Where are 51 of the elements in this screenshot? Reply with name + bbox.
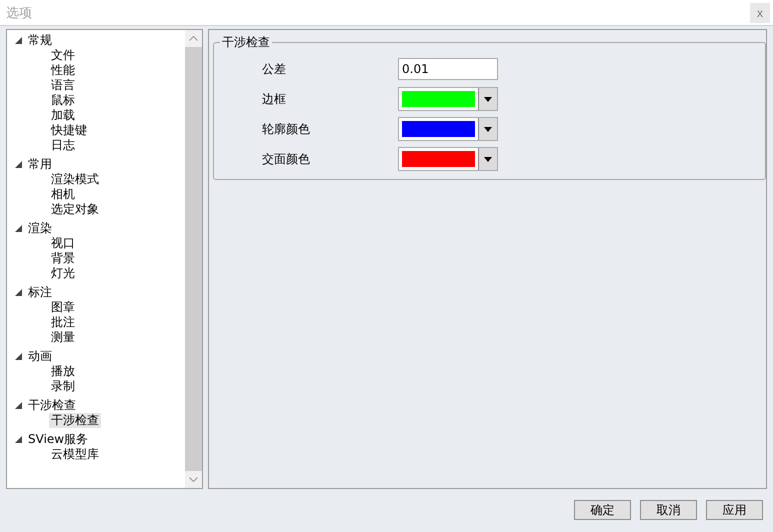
caret-icon [484, 96, 492, 102]
tree-item[interactable]: 灯光 [49, 266, 77, 281]
tree-item[interactable]: 相机 [49, 187, 77, 202]
expand-triangle-icon[interactable] [15, 402, 22, 409]
input-field[interactable]: 0.01 [398, 58, 498, 80]
group-title: 干涉检查 [221, 34, 271, 51]
tree-item[interactable]: 批注 [49, 315, 77, 330]
dialog-button[interactable]: 应用 [706, 500, 763, 520]
tree-item[interactable]: 干涉检查 [49, 413, 101, 428]
expand-triangle-icon[interactable] [15, 353, 22, 360]
tree-item[interactable]: 动画 [28, 349, 52, 364]
tree-item[interactable]: 图章 [49, 300, 77, 315]
tree-item[interactable]: 测量 [49, 330, 77, 345]
tree-item[interactable]: 视口 [49, 236, 77, 251]
color-dropdown[interactable] [398, 147, 498, 171]
expand-triangle-icon[interactable] [15, 37, 22, 44]
dialog-button[interactable]: 确定 [574, 500, 631, 520]
field-label: 边框 [262, 90, 287, 108]
dialog-button[interactable]: 取消 [640, 500, 697, 520]
tree-item[interactable]: 选定对象 [49, 202, 101, 217]
caret-icon [484, 156, 492, 162]
tree-item[interactable]: 性能 [49, 63, 77, 78]
field-label: 交面颜色 [262, 150, 311, 168]
expand-triangle-icon[interactable] [15, 289, 22, 296]
tree-item[interactable]: 语言 [49, 78, 77, 93]
caret-icon [484, 126, 492, 132]
field-label: 轮廓颜色 [262, 120, 311, 138]
tree-item[interactable]: 标注 [28, 285, 52, 300]
tree-item[interactable]: SView服务 [28, 432, 88, 447]
tree-item[interactable]: 加载 [49, 108, 77, 123]
tree-item[interactable]: 播放 [49, 364, 77, 379]
tree-item[interactable]: 背景 [49, 251, 77, 266]
expand-triangle-icon[interactable] [15, 436, 22, 443]
tree-item[interactable]: 常规 [28, 33, 52, 48]
color-dropdown[interactable] [398, 87, 498, 111]
close-button[interactable]: x [750, 2, 770, 22]
tree-item[interactable]: 云模型库 [49, 447, 101, 462]
tree-item[interactable]: 鼠标 [49, 93, 77, 108]
tree-item[interactable]: 日志 [49, 138, 77, 153]
tree-item[interactable]: 常用 [28, 157, 52, 172]
color-dropdown[interactable] [398, 117, 498, 141]
tree-item[interactable]: 渲染模式 [49, 172, 101, 187]
tree-item[interactable]: 录制 [49, 379, 77, 394]
expand-triangle-icon[interactable] [15, 161, 22, 168]
tree-item[interactable]: 快捷键 [49, 123, 89, 138]
field-label: 公差 [262, 60, 287, 78]
tree-item[interactable]: 渲染 [28, 221, 52, 236]
tree-item[interactable]: 干涉检查 [28, 398, 76, 413]
window-title: 选项 [6, 4, 32, 22]
tree-item[interactable]: 文件 [49, 48, 77, 63]
expand-triangle-icon[interactable] [15, 225, 22, 232]
